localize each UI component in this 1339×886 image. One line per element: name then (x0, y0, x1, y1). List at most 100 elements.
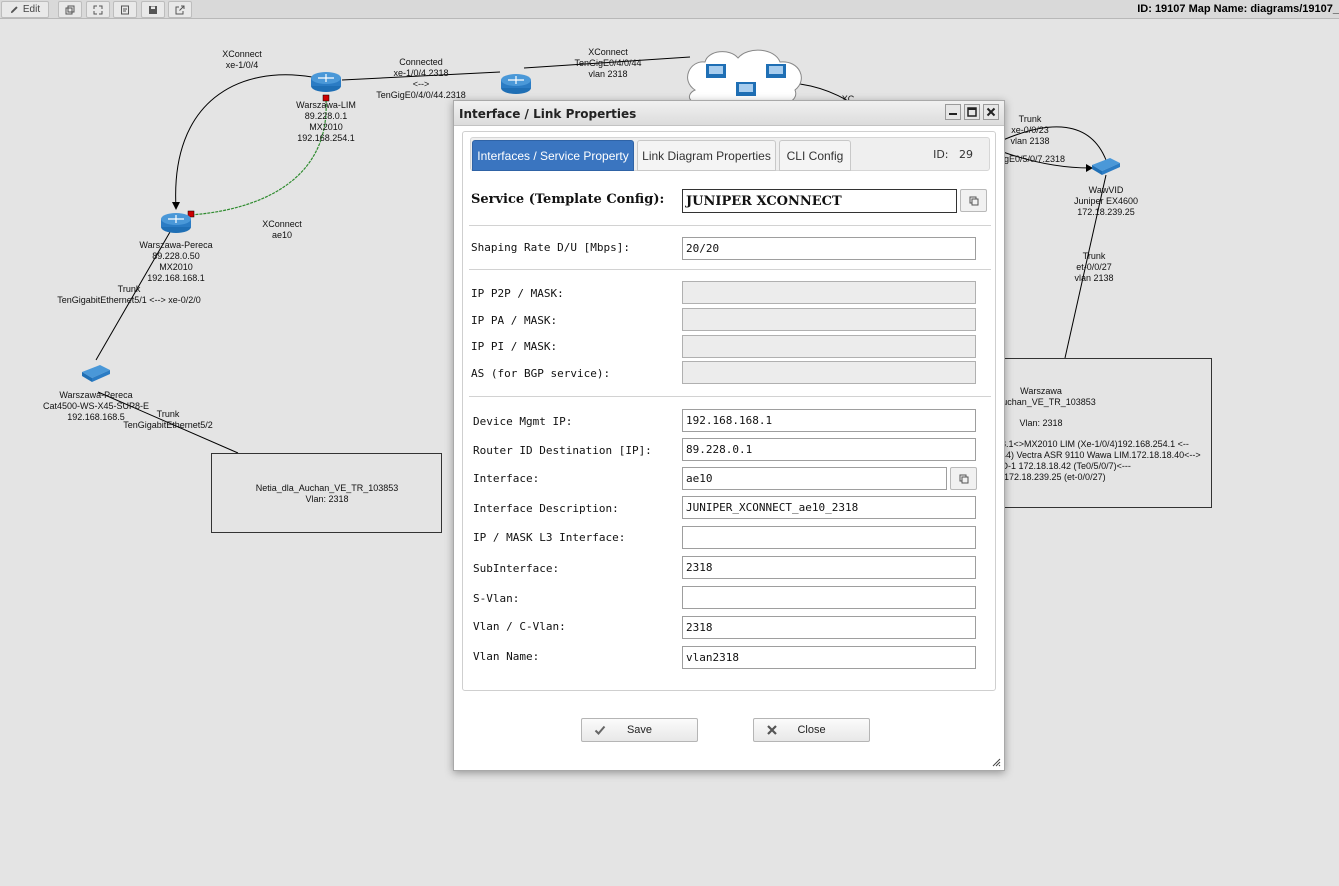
ip-pa-field[interactable] (682, 308, 976, 331)
separator (469, 225, 991, 226)
close-icon (767, 725, 777, 735)
separator (469, 269, 991, 270)
ip-pi-field[interactable] (682, 335, 976, 358)
service-copy-button[interactable] (960, 189, 987, 212)
dialog-content-panel: Interfaces / Service Property Link Diagr… (462, 131, 996, 691)
device-mgmt-ip-label: Device Mgmt IP: (473, 415, 573, 428)
top-toolbar: Edit ID: 19107 Map Name: diagrams/19107_ (0, 0, 1339, 19)
interface-description-field[interactable]: JUNIPER_XCONNECT_ae10_2318 (682, 496, 976, 519)
interface-copy-button[interactable] (950, 467, 977, 490)
as-bgp-label: AS (for BGP service): (471, 367, 611, 380)
interface-description-label: Interface Description: (473, 502, 619, 515)
save-button[interactable]: Save (581, 718, 698, 742)
save-map-button[interactable] (141, 1, 165, 18)
link-trunk-gig-arrow (1086, 164, 1093, 172)
close-icon (986, 107, 996, 117)
dialog-title: Interface / Link Properties (459, 107, 637, 121)
vlan-name-label: Vlan Name: (473, 650, 540, 663)
tab-cli-config[interactable]: CLI Config (779, 140, 851, 171)
window-button[interactable] (58, 1, 82, 18)
minimize-icon (949, 113, 957, 115)
router-icon-pereca (161, 213, 191, 233)
maximize-icon (967, 107, 977, 117)
resize-grip-icon[interactable] (992, 758, 1001, 767)
service-field[interactable]: JUNIPER XCONNECT (682, 189, 957, 213)
tab-interfaces-service-property[interactable]: Interfaces / Service Property (472, 140, 634, 171)
subinterface-label: SubInterface: (473, 562, 560, 575)
s-vlan-field[interactable] (682, 586, 976, 609)
netia-box-label: Netia_dla_Auchan_VE_TR_103853 Vlan: 2318 (255, 483, 399, 504)
notes-icon (121, 5, 129, 14)
edit-button[interactable]: Edit (1, 1, 49, 18)
label-wawvid: WawVID Juniper EX4600 172.18.239.25 (1073, 185, 1139, 217)
close-window-button[interactable] (983, 104, 999, 120)
c-vlan-label: Vlan / C-Vlan: (473, 620, 566, 633)
minimize-button[interactable] (945, 104, 961, 120)
check-icon (594, 725, 606, 735)
as-bgp-field[interactable] (682, 361, 976, 384)
ip-p2p-label: IP P2P / MASK: (471, 287, 564, 300)
interface-label: Interface: (473, 472, 540, 485)
s-vlan-label: S-Vlan: (473, 592, 520, 605)
label-xconnect-top: XConnect xe-1/0/4 (222, 49, 262, 70)
external-link-button[interactable] (168, 1, 192, 18)
copy-icon (959, 474, 968, 483)
ip-mask-l3-label: IP / MASK L3 Interface: (473, 531, 626, 544)
subinterface-field[interactable]: 2318 (682, 556, 976, 579)
label-xconnect-tengig: XConnect TenGigE0/4/0/44 vlan 2318 (574, 47, 642, 79)
label-connected: Connected xe-1/0/4.2318 <--> TenGigE0/4/… (376, 57, 466, 100)
link-id-value: 29 (959, 148, 973, 161)
link-id-label: ID: (933, 148, 949, 161)
link-id: ID: 29 (933, 148, 973, 161)
switch-icon-pereca (82, 365, 110, 382)
router-icon-vectra (501, 74, 531, 94)
right-box-path: 8.1<>MX2010 LIM (Xe-1/0/4)192.168.254.1 … (1001, 439, 1201, 482)
ip-p2p-field[interactable] (682, 281, 976, 304)
ip-pi-label: IP PI / MASK: (471, 340, 558, 353)
ip-pa-label: IP PA / MASK: (471, 314, 558, 327)
save-label: Save (626, 724, 653, 736)
label-gig-partial: gE0/5/0/7.2318 (1004, 154, 1066, 164)
link-lim-pereca-xconnect (175, 74, 313, 209)
service-label: Service (Template Config): (471, 192, 665, 207)
netia-service-box[interactable]: Netia_dla_Auchan_VE_TR_103853 Vlan: 2318 (211, 453, 442, 533)
shaping-rate-label: Shaping Rate D/U [Mbps]: (471, 241, 630, 254)
ip-mask-l3-field[interactable] (682, 526, 976, 549)
label-warszawa-lim: Warszawa-LIM 89.228.0.1 MX2010 192.168.2… (296, 100, 356, 143)
interface-field[interactable]: ae10 (682, 467, 947, 490)
edit-label: Edit (22, 4, 41, 15)
label-trunk-et0027: Trunk et-0/0/27 vlan 2138 (1074, 251, 1114, 283)
switch-icon-wawvid (1092, 158, 1120, 175)
external-link-icon (175, 5, 185, 14)
link-lim-pereca-xconnect-arrow (172, 202, 180, 210)
close-button[interactable]: Close (753, 718, 870, 742)
device-mgmt-ip-field[interactable]: 192.168.168.1 (682, 409, 976, 432)
label-trunk-xe023: Trunk xe-0/0/23 vlan 2138 (1010, 114, 1050, 146)
close-label: Close (797, 724, 826, 736)
cloud-icon (687, 49, 802, 105)
tabs-bar: Interfaces / Service Property Link Diagr… (470, 137, 990, 171)
interface-link-properties-dialog: Interface / Link Properties Interfaces /… (453, 100, 1005, 771)
fullscreen-button[interactable] (86, 1, 110, 18)
separator (469, 396, 991, 397)
label-xconnect-ae10: XConnect ae10 (262, 219, 302, 240)
label-warszawa-pereca-router: Warszawa-Pereca 89.228.0.50 MX2010 192.1… (139, 240, 213, 283)
copy-icon (969, 196, 978, 205)
label-trunk-tengig51: Trunk TenGigabitEthernet5/1 <--> xe-0/2/… (57, 284, 201, 305)
save-icon (149, 5, 157, 14)
pencil-icon (10, 6, 18, 14)
router-id-label: Router ID Destination [IP]: (473, 444, 652, 457)
tab-link-diagram-properties[interactable]: Link Diagram Properties (637, 140, 776, 171)
c-vlan-field[interactable]: 2318 (682, 616, 976, 639)
vlan-name-field[interactable]: vlan2318 (682, 646, 976, 669)
router-icon-lim (311, 72, 341, 92)
maximize-button[interactable] (964, 104, 980, 120)
notes-button[interactable] (113, 1, 137, 18)
router-id-field[interactable]: 89.228.0.1 (682, 438, 976, 461)
dialog-titlebar[interactable]: Interface / Link Properties (454, 101, 1004, 126)
window-icon (65, 5, 75, 14)
label-trunk-tengig52: Trunk TenGigabitEthernet5/2 (123, 409, 213, 430)
map-info: ID: 19107 Map Name: diagrams/19107_ (1137, 3, 1339, 15)
fullscreen-icon (93, 5, 103, 14)
shaping-rate-field[interactable]: 20/20 (682, 237, 976, 260)
